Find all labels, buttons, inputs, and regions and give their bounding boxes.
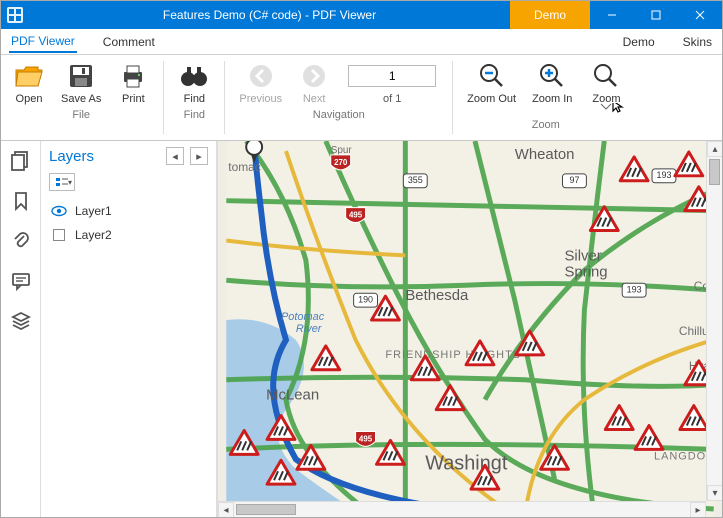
attachments-panel-icon[interactable] <box>9 229 33 253</box>
comments-panel-icon[interactable] <box>9 269 33 293</box>
menu-skins[interactable]: Skins <box>681 32 714 52</box>
eye-icon[interactable] <box>51 203 67 219</box>
layers-panel-icon[interactable] <box>9 309 33 333</box>
demo-button[interactable]: Demo <box>510 1 590 29</box>
zoom-icon <box>591 61 621 91</box>
svg-text:193: 193 <box>627 285 642 295</box>
page-number-input[interactable] <box>348 65 436 87</box>
zoom-out-button[interactable]: Zoom Out <box>461 59 522 117</box>
bookmarks-panel-icon[interactable] <box>9 189 33 213</box>
zoom-dropdown-button[interactable]: Zoom <box>582 59 630 117</box>
svg-text:495: 495 <box>349 211 363 220</box>
next-button[interactable]: Next <box>292 59 336 107</box>
scroll-left-arrow[interactable]: ◂ <box>218 502 234 517</box>
scroll-up-arrow[interactable]: ▴ <box>707 141 722 157</box>
folder-open-icon <box>14 61 44 91</box>
group-label-navigation: Navigation <box>313 107 365 121</box>
map-label-washington: Washingt <box>425 452 508 474</box>
menu-demo[interactable]: Demo <box>621 32 657 52</box>
map-label-spur: Spur <box>331 145 353 156</box>
minimize-button[interactable] <box>590 1 634 29</box>
visibility-checkbox[interactable] <box>51 227 67 243</box>
layer-row[interactable]: Layer1 <box>49 199 208 223</box>
scroll-thumb[interactable] <box>236 504 296 515</box>
document-viewport[interactable]: tomac Wheaton Bethesda SilverSpring McLe… <box>217 141 722 517</box>
layers-view-dropdown[interactable]: ▾ <box>49 173 75 191</box>
map-label-bethesda: Bethesda <box>405 287 469 304</box>
svg-text:193: 193 <box>657 170 672 180</box>
group-label-find: Find <box>184 107 205 121</box>
arrow-right-icon <box>299 61 329 91</box>
scroll-thumb[interactable] <box>709 159 720 185</box>
svg-text:A: A <box>250 141 259 154</box>
map-label-mclean: McLean <box>266 387 319 404</box>
group-label-file: File <box>72 107 90 121</box>
vertical-scrollbar[interactable]: ▴ ▾ <box>706 141 722 501</box>
group-label-zoom: Zoom <box>532 117 560 131</box>
chevron-down-icon <box>601 104 611 109</box>
zoom-out-icon <box>477 61 507 91</box>
tab-pdf-viewer[interactable]: PDF Viewer <box>9 31 77 53</box>
page-count-label: of 1 <box>383 87 401 105</box>
layer-row[interactable]: Layer2 <box>49 223 208 247</box>
layers-panel-title: Layers <box>49 148 160 165</box>
binoculars-icon <box>179 61 209 91</box>
pages-panel-icon[interactable] <box>9 149 33 173</box>
layer-name: Layer1 <box>75 204 112 218</box>
maximize-button[interactable] <box>634 1 678 29</box>
svg-text:270: 270 <box>334 158 348 167</box>
close-button[interactable] <box>678 1 722 29</box>
print-button[interactable]: Print <box>111 59 155 107</box>
layer-name: Layer2 <box>75 228 112 242</box>
save-as-button[interactable]: Save As <box>55 59 107 107</box>
open-button[interactable]: Open <box>7 59 51 107</box>
horizontal-scrollbar[interactable]: ◂ ▸ <box>218 501 706 517</box>
previous-button[interactable]: Previous <box>233 59 288 107</box>
svg-text:97: 97 <box>569 175 579 185</box>
map-label-silver-spring: SilverSpring <box>564 247 607 280</box>
svg-text:495: 495 <box>359 435 373 444</box>
map-label-potomac: tomac <box>228 160 261 174</box>
tab-comment[interactable]: Comment <box>101 32 157 52</box>
window-title: Features Demo (C# code) - PDF Viewer <box>29 8 510 22</box>
map-label-chillu: Chillu <box>679 324 709 338</box>
zoom-in-button[interactable]: Zoom In <box>526 59 578 117</box>
mouse-cursor-icon <box>613 103 622 112</box>
layers-prev-button[interactable]: ◂ <box>166 147 184 165</box>
svg-text:355: 355 <box>408 175 423 185</box>
arrow-left-icon <box>246 61 276 91</box>
map-label-wheaton: Wheaton <box>515 146 575 163</box>
scroll-down-arrow[interactable]: ▾ <box>707 485 722 501</box>
scroll-right-arrow[interactable]: ▸ <box>690 502 706 517</box>
find-button[interactable]: Find <box>172 59 216 107</box>
zoom-in-icon <box>537 61 567 91</box>
svg-text:190: 190 <box>358 295 373 305</box>
map-label-friendship: FRIENDSHIP HEIGHTS <box>385 349 521 361</box>
layers-next-button[interactable]: ▸ <box>190 147 208 165</box>
print-icon <box>118 61 148 91</box>
save-icon <box>66 61 96 91</box>
app-icon <box>1 1 29 29</box>
